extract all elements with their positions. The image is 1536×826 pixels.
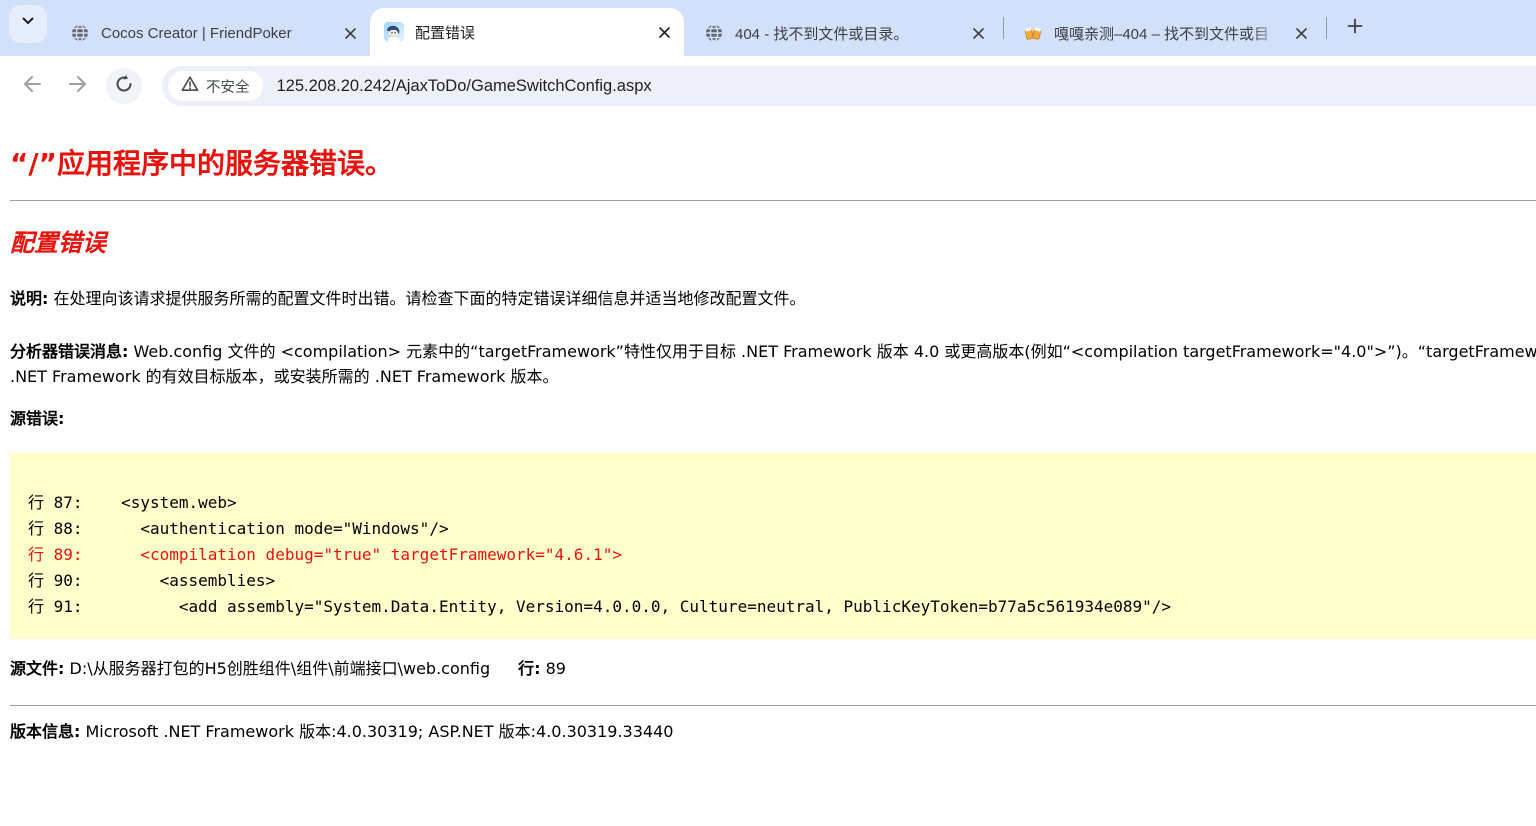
tab-search-button[interactable] — [9, 5, 47, 43]
version-text: Microsoft .NET Framework 版本:4.0.30319; A… — [80, 722, 673, 741]
source-file-line: 源文件: D:\从服务器打包的H5创胜组件\组件\前端接口\web.config… — [10, 655, 1536, 679]
tab-strip: Cocos Creator | FriendPoker 配置错误 — [0, 0, 1536, 56]
page-title: “/”应用程序中的服务器错误。 — [10, 142, 1536, 182]
forward-arrow-icon — [67, 73, 89, 100]
url-text[interactable]: 125.208.20.242/AjaxToDo/GameSwitchConfig… — [277, 77, 652, 96]
back-arrow-icon — [21, 73, 43, 100]
code-line-91: 行 91: <add assembly="System.Data.Entity,… — [28, 594, 1536, 620]
address-bar[interactable]: 不安全 125.208.20.242/AjaxToDo/GameSwitchCo… — [162, 66, 1536, 106]
source-file-path: D:\从服务器打包的H5创胜组件\组件\前端接口\web.config — [64, 659, 490, 678]
warning-triangle-icon — [181, 75, 199, 97]
code-line-89-error: 行 89: <compilation debug="true" targetFr… — [28, 542, 1536, 568]
globe-icon — [704, 23, 724, 43]
tab-separator — [1003, 17, 1004, 39]
source-file-label: 源文件: — [10, 659, 64, 678]
code-line-88: 行 88: <authentication mode="Windows"/> — [28, 516, 1536, 542]
description-paragraph: 说明: 在处理向该请求提供服务所需的配置文件时出错。请检查下面的特定错误详细信息… — [10, 286, 1536, 311]
close-icon[interactable] — [340, 23, 360, 43]
globe-icon — [70, 23, 90, 43]
line-label: 行: — [518, 659, 540, 678]
parser-error-paragraph: 分析器错误消息: Web.config 文件的 <compilation> 元素… — [10, 339, 1536, 389]
code-line-87: 行 87: <system.web> — [28, 490, 1536, 516]
parser-error-text1: Web.config 文件的 <compilation> 元素中的“target… — [128, 342, 1536, 361]
source-code-block: 行 87: <system.web> 行 88: <authentication… — [10, 453, 1536, 639]
close-icon[interactable] — [654, 22, 674, 42]
game-avatar-icon — [384, 22, 404, 42]
tab-title: 配置错误 — [415, 22, 646, 43]
divider — [10, 200, 1536, 201]
tab-separator — [1326, 17, 1327, 39]
tab-title: Cocos Creator | FriendPoker — [101, 25, 332, 42]
tab-404[interactable]: 404 - 找不到文件或目录。 — [684, 10, 998, 56]
tab-title: 404 - 找不到文件或目录。 — [735, 23, 960, 44]
tab-title: 嘎嘎亲测–404 – 找不到文件或目 — [1054, 23, 1283, 44]
source-error-label: 源错误: — [10, 405, 1536, 429]
reload-icon — [114, 74, 134, 99]
security-chip[interactable]: 不安全 — [168, 71, 263, 101]
error-page: “/”应用程序中的服务器错误。 配置错误 说明: 在处理向该请求提供服务所需的配… — [0, 142, 1536, 742]
tab-gaga-404[interactable]: 嘎嘎亲测–404 – 找不到文件或目 — [1009, 10, 1321, 56]
description-text: 在处理向该请求提供服务所需的配置文件时出错。请检查下面的特定错误详细信息并适当地… — [48, 289, 805, 308]
version-label: 版本信息: — [10, 722, 80, 741]
chevron-down-icon — [21, 14, 35, 33]
tab-config-error[interactable]: 配置错误 — [370, 8, 684, 56]
error-subtitle: 配置错误 — [10, 223, 1536, 258]
browser-toolbar: 不安全 125.208.20.242/AjaxToDo/GameSwitchCo… — [0, 56, 1536, 116]
version-info-line: 版本信息: Microsoft .NET Framework 版本:4.0.30… — [10, 718, 1536, 742]
parser-error-label: 分析器错误消息: — [10, 342, 128, 361]
back-button[interactable] — [14, 68, 50, 104]
parser-error-line2: .NET Framework 的有效目标版本，或安装所需的 .NET Frame… — [10, 364, 1536, 389]
description-label: 说明: — [10, 289, 48, 308]
reload-button[interactable] — [106, 68, 142, 104]
parser-error-line1: 分析器错误消息: Web.config 文件的 <compilation> 元素… — [10, 339, 1536, 364]
line-number: 89 — [541, 659, 566, 678]
beer-mugs-icon — [1023, 23, 1043, 43]
code-line-90: 行 90: <assemblies> — [28, 568, 1536, 594]
forward-button[interactable] — [60, 68, 96, 104]
tab-cocos-creator[interactable]: Cocos Creator | FriendPoker — [56, 10, 370, 56]
close-icon[interactable] — [1291, 23, 1311, 43]
new-tab-button[interactable] — [1338, 11, 1372, 45]
security-label: 不安全 — [206, 76, 250, 97]
close-icon[interactable] — [968, 23, 988, 43]
plus-icon — [1347, 18, 1363, 39]
divider — [10, 705, 1536, 706]
